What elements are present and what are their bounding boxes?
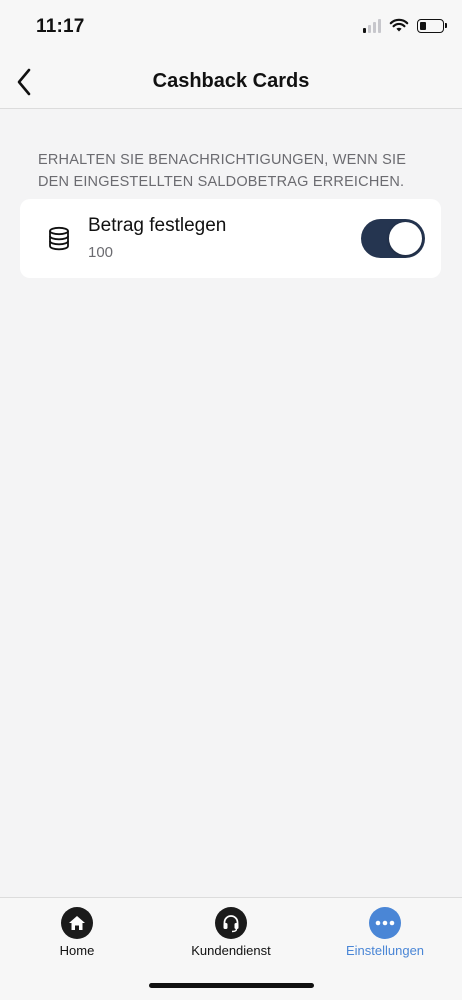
tab-einstellungen[interactable]: Einstellungen <box>308 898 462 976</box>
setting-label: Betrag festlegen <box>88 215 227 236</box>
tab-label-home: Home <box>59 943 95 958</box>
wifi-icon <box>389 18 409 32</box>
headset-icon <box>215 907 247 939</box>
status-bar: 11:17 <box>0 0 462 56</box>
tab-home[interactable]: Home <box>0 898 154 976</box>
home-icon <box>61 907 93 939</box>
tab-label-kundendienst: Kundendienst <box>191 943 271 958</box>
home-indicator <box>149 983 314 988</box>
status-icons <box>363 18 447 33</box>
notification-toggle[interactable] <box>361 219 425 258</box>
setting-value: 100 <box>88 244 114 261</box>
status-time: 11:17 <box>36 16 85 37</box>
page-title: Cashback Cards <box>152 70 310 92</box>
tab-label-einstellungen: Einstellungen <box>345 943 425 958</box>
navigation-bar: Cashback Cards <box>0 56 462 109</box>
balance-alert-setting[interactable]: Betrag festlegen 100 <box>20 199 441 278</box>
toggle-knob <box>389 222 422 255</box>
tab-kundendienst[interactable]: Kundendienst <box>154 898 308 976</box>
battery-icon <box>417 18 447 33</box>
section-description: ERHALTEN SIE BENACHRICHTIGUNGEN, WENN SI… <box>38 152 407 190</box>
more-dots-icon <box>369 907 401 939</box>
coins-stack-icon <box>49 226 69 251</box>
cellular-signal-icon <box>363 18 381 33</box>
